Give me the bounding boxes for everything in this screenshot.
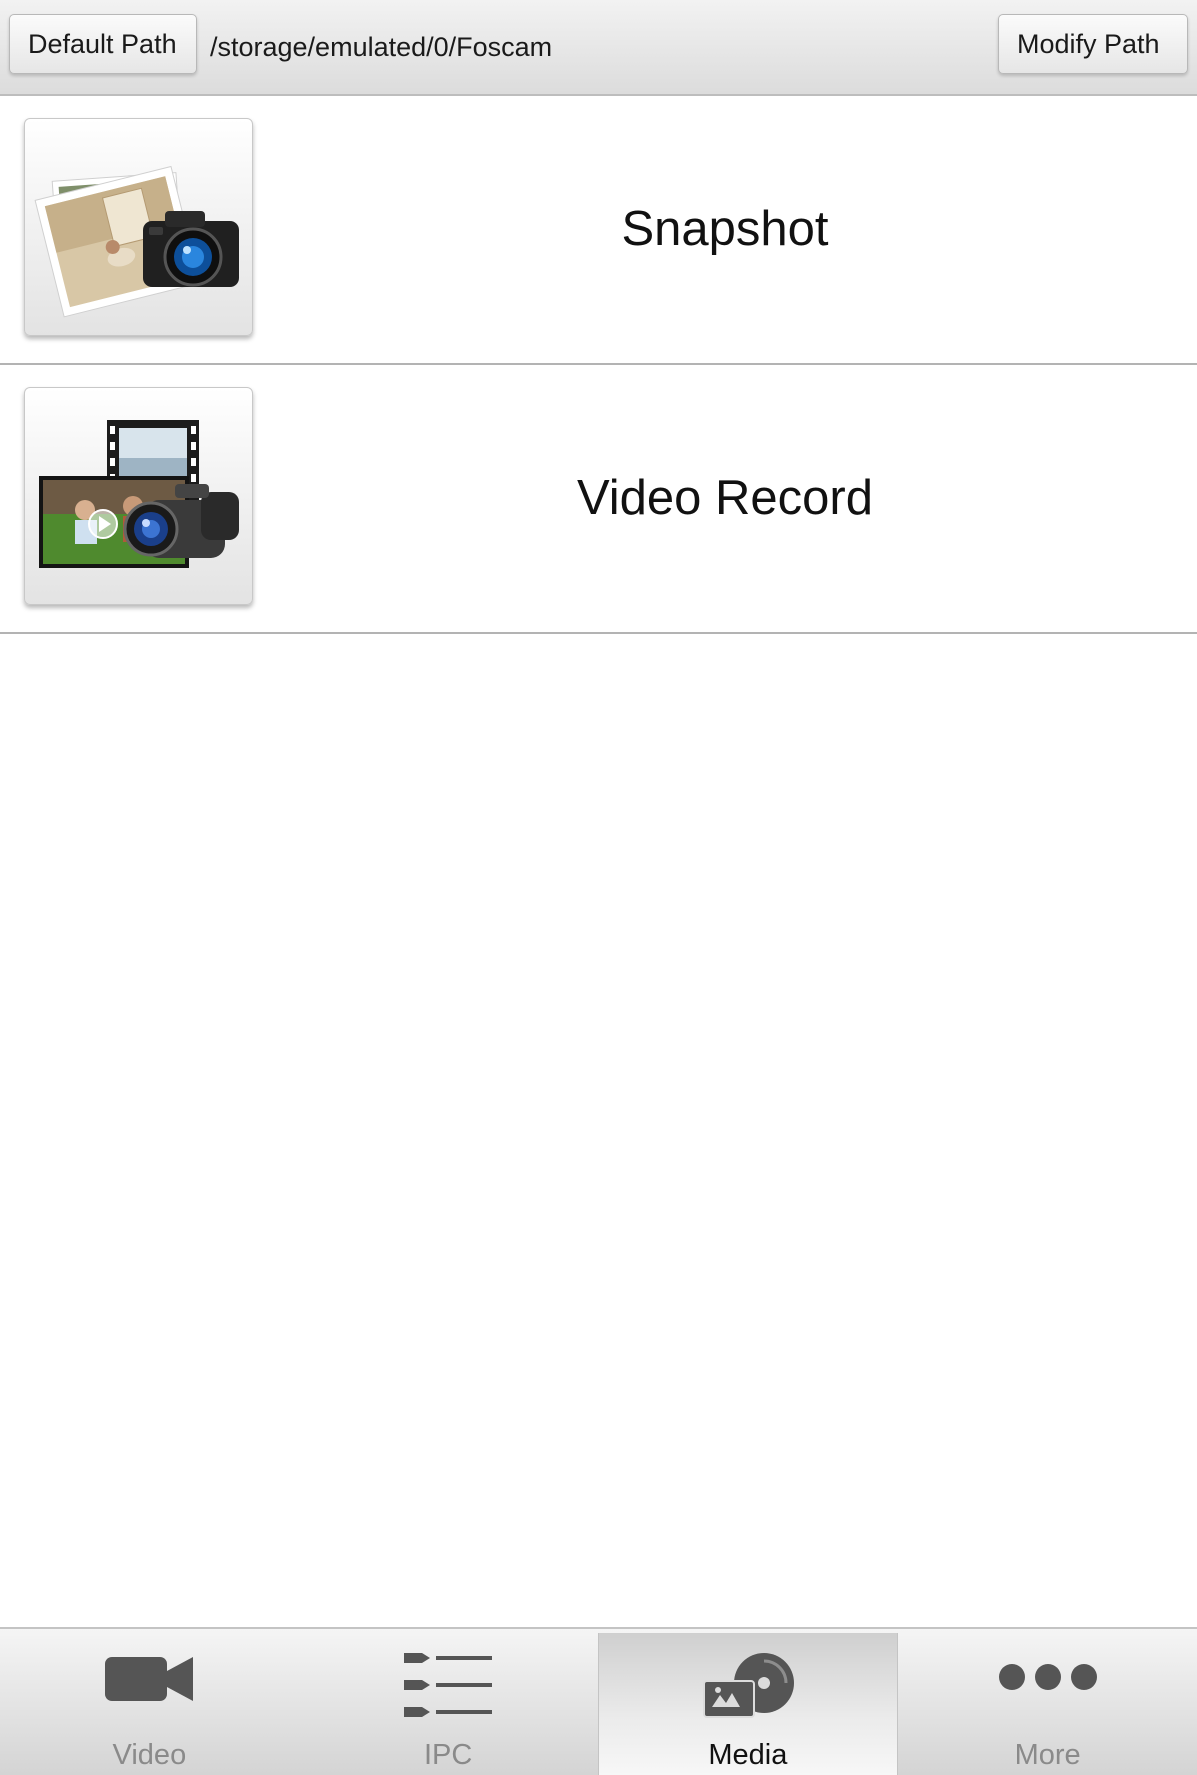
media-screen: Default Path /storage/emulated/0/Foscam … xyxy=(0,0,1197,1775)
list-item-snapshot[interactable]: Snapshot xyxy=(0,96,1197,365)
video-record-label: Video Record xyxy=(576,471,873,525)
list-icon xyxy=(398,1647,498,1728)
camera-photo-icon xyxy=(24,118,253,336)
path-bar: Default Path /storage/emulated/0/Foscam … xyxy=(0,0,1197,96)
modify-path-button[interactable]: Modify Path xyxy=(998,14,1188,74)
snapshot-label: Snapshot xyxy=(621,202,829,256)
tab-ipc-label: IPC xyxy=(423,1739,473,1771)
tab-more[interactable]: More xyxy=(898,1629,1197,1775)
tab-media-label: Media xyxy=(708,1739,788,1771)
current-path-text: /storage/emulated/0/Foscam xyxy=(210,32,553,62)
video-camera-icon xyxy=(99,1647,199,1712)
tab-media[interactable]: Media xyxy=(597,1633,899,1775)
list-item-video-record[interactable]: Video Record xyxy=(0,365,1197,634)
app-window: Default Path /storage/emulated/0/Foscam … xyxy=(0,0,1197,1775)
media-list: Snapshot Video Record xyxy=(0,96,1197,634)
bottom-tab-bar: Video IPC Media More xyxy=(0,1627,1197,1775)
tab-video[interactable]: Video xyxy=(0,1629,299,1775)
tab-more-label: More xyxy=(1014,1739,1081,1771)
tab-video-label: Video xyxy=(112,1739,187,1771)
media-icon xyxy=(698,1651,798,1726)
default-path-button[interactable]: Default Path xyxy=(9,14,197,74)
more-dots-icon xyxy=(998,1647,1098,1712)
camcorder-film-icon xyxy=(24,387,253,605)
tab-ipc[interactable]: IPC xyxy=(299,1629,598,1775)
